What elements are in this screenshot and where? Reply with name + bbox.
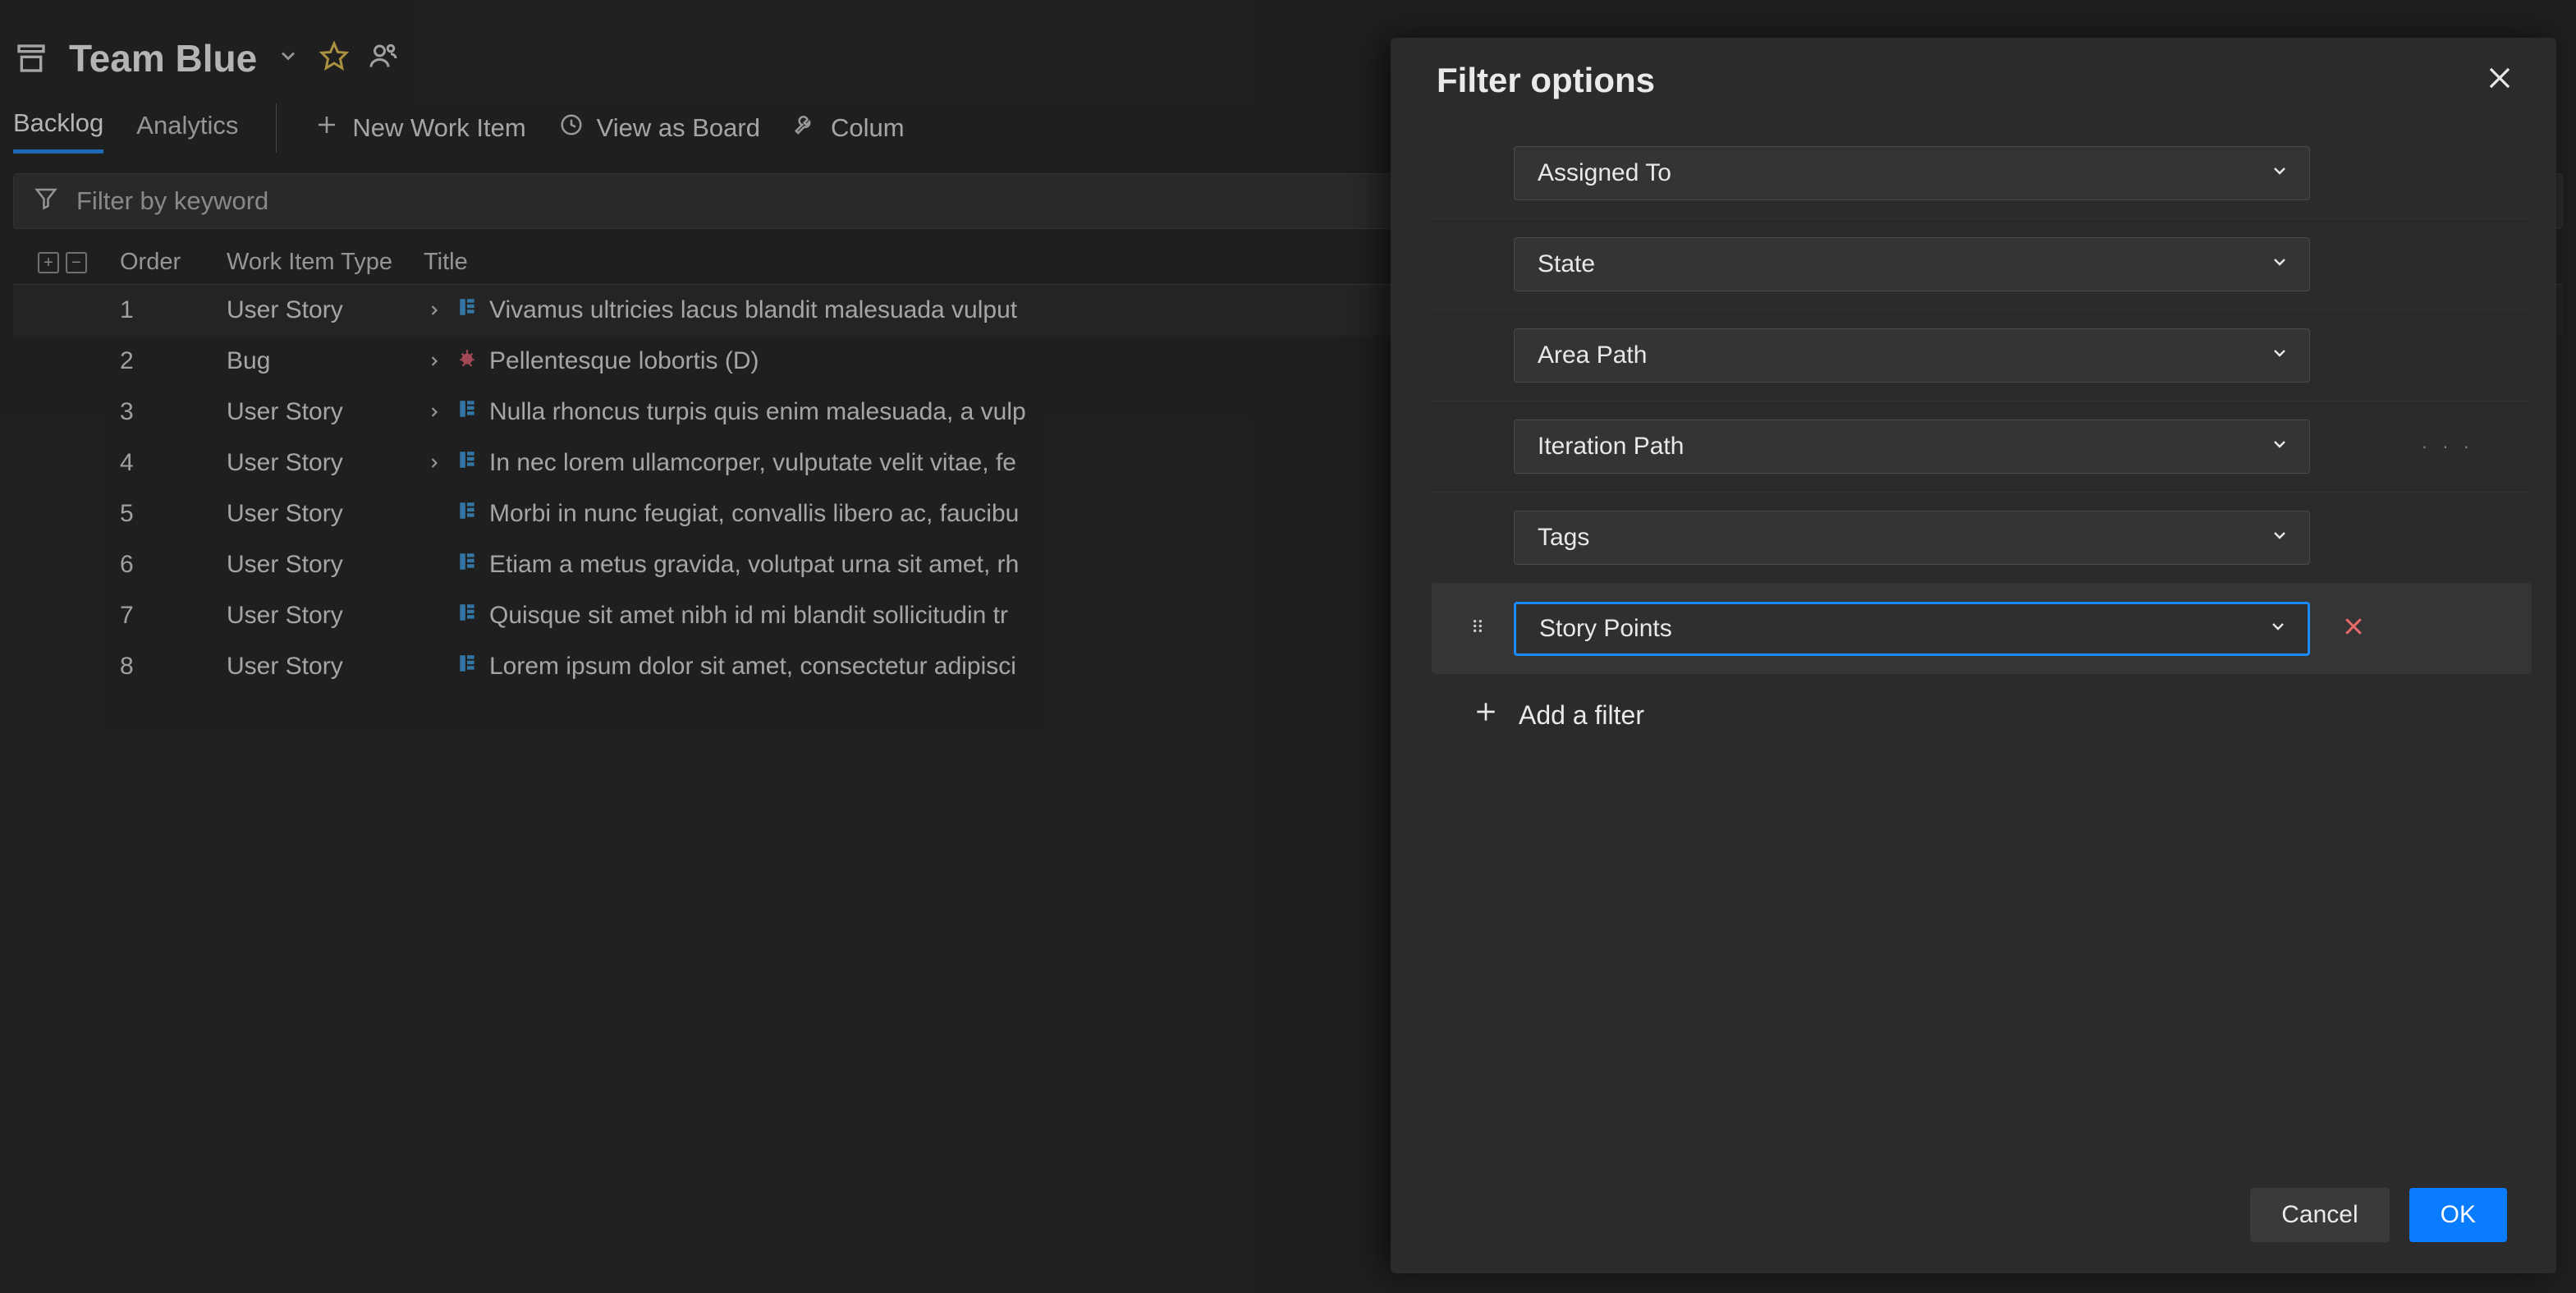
add-filter-button[interactable]: Add a filter	[1432, 674, 2532, 748]
filter-field-label: State	[1538, 250, 1595, 278]
filter-row: Area Path	[1432, 310, 2532, 401]
row-type: User Story	[227, 602, 424, 630]
user-story-icon	[456, 398, 478, 426]
filter-row: Story Points	[1432, 584, 2532, 674]
expand-caret-icon[interactable]	[424, 302, 445, 319]
team-members-icon[interactable]	[369, 41, 398, 76]
filter-field-label: Tags	[1538, 524, 1589, 552]
col-head-order[interactable]: Order	[120, 249, 227, 276]
add-filter-label: Add a filter	[1519, 700, 1644, 731]
bug-icon	[456, 347, 478, 375]
user-story-icon	[456, 449, 478, 477]
expand-caret-icon[interactable]	[424, 353, 445, 369]
expand-caret-icon[interactable]	[424, 404, 445, 420]
row-order: 8	[120, 653, 227, 681]
row-title: Pellentesque lobortis (D)	[489, 347, 759, 375]
collapse-all-button[interactable]: −	[66, 252, 87, 273]
filter-row: Iteration Path · · ·	[1432, 401, 2532, 493]
row-title: Quisque sit amet nibh id mi blandit soll…	[489, 602, 1008, 630]
new-work-item-label: New Work Item	[352, 113, 525, 143]
keyword-filter-input[interactable]: Filter by keyword	[34, 186, 543, 217]
row-type: User Story	[227, 449, 424, 477]
column-options-label: Colum	[831, 113, 905, 143]
col-head-type[interactable]: Work Item Type	[227, 249, 424, 276]
plus-icon	[1473, 699, 1499, 731]
ok-button[interactable]: OK	[2409, 1188, 2507, 1242]
chevron-down-icon	[2270, 250, 2290, 278]
row-title: Nulla rhoncus turpis quis enim malesuada…	[489, 398, 1026, 426]
expand-caret-icon[interactable]	[424, 455, 445, 471]
wrench-icon	[793, 112, 818, 144]
tab-analytics[interactable]: Analytics	[136, 104, 238, 152]
expand-all-button[interactable]: +	[38, 252, 59, 273]
new-work-item-button[interactable]: New Work Item	[314, 112, 525, 144]
row-order: 3	[120, 398, 227, 426]
row-order: 5	[120, 500, 227, 528]
filter-row: State	[1432, 219, 2532, 310]
user-story-icon	[456, 653, 478, 681]
filter-field-select[interactable]: Story Points	[1514, 602, 2310, 656]
cancel-button[interactable]: Cancel	[2250, 1188, 2389, 1242]
chevron-down-icon	[2270, 524, 2290, 552]
filter-field-select[interactable]: Area Path	[1514, 328, 2310, 383]
row-order: 2	[120, 347, 227, 375]
backlog-icon	[13, 42, 49, 75]
close-icon[interactable]	[2484, 62, 2515, 99]
row-order: 4	[120, 449, 227, 477]
panel-footer: Cancel OK	[1391, 1170, 2556, 1273]
view-as-board-button[interactable]: View as Board	[559, 112, 760, 144]
filter-field-select[interactable]: State	[1514, 237, 2310, 291]
more-icon[interactable]: · · ·	[2422, 436, 2474, 457]
filter-field-select[interactable]: Tags	[1514, 511, 2310, 565]
filter-field-label: Iteration Path	[1538, 433, 1684, 461]
drag-handle-icon[interactable]	[1469, 616, 1486, 643]
user-story-icon	[456, 551, 478, 579]
row-order: 1	[120, 296, 227, 324]
row-order: 6	[120, 551, 227, 579]
filter-field-label: Story Points	[1539, 615, 1672, 643]
filter-field-label: Area Path	[1538, 342, 1647, 369]
keyword-filter-placeholder: Filter by keyword	[76, 186, 268, 216]
row-title: Vivamus ultricies lacus blandit malesuad…	[489, 296, 1017, 324]
user-story-icon	[456, 296, 478, 324]
filter-field-select[interactable]: Iteration Path	[1514, 420, 2310, 474]
row-type: User Story	[227, 398, 424, 426]
row-title: Lorem ipsum dolor sit amet, consectetur …	[489, 653, 1016, 681]
board-icon	[559, 112, 584, 144]
filter-options-panel: Filter options Assigned To State Area Path…	[1391, 38, 2556, 1273]
filter-field-select[interactable]: Assigned To	[1514, 146, 2310, 200]
team-chevron-down-icon[interactable]	[277, 44, 300, 73]
favorite-star-icon[interactable]	[319, 41, 349, 76]
remove-filter-icon[interactable]	[2341, 614, 2366, 644]
filter-field-label: Assigned To	[1538, 159, 1671, 187]
row-type: User Story	[227, 500, 424, 528]
tab-backlog[interactable]: Backlog	[13, 102, 103, 154]
row-type: User Story	[227, 296, 424, 324]
row-type: Bug	[227, 347, 424, 375]
row-title: Morbi in nunc feugiat, convallis libero …	[489, 500, 1019, 528]
row-type: User Story	[227, 653, 424, 681]
row-title: Etiam a metus gravida, volutpat urna sit…	[489, 551, 1019, 579]
view-as-board-label: View as Board	[597, 113, 760, 143]
panel-body[interactable]: Assigned To State Area Path Iteration Path ·…	[1391, 128, 2556, 1170]
toolbar-divider	[276, 103, 277, 153]
column-options-button[interactable]: Colum	[793, 112, 905, 144]
row-title: In nec lorem ullamcorper, vulputate veli…	[489, 449, 1016, 477]
filter-row: Tags	[1432, 493, 2532, 584]
user-story-icon	[456, 602, 478, 630]
row-type: User Story	[227, 551, 424, 579]
user-story-icon	[456, 500, 478, 528]
filter-row: Assigned To	[1432, 128, 2532, 219]
panel-header: Filter options	[1391, 38, 2556, 128]
plus-icon	[314, 112, 339, 144]
funnel-icon	[34, 186, 58, 217]
chevron-down-icon	[2270, 159, 2290, 187]
row-order: 7	[120, 602, 227, 630]
team-name[interactable]: Team Blue	[69, 36, 257, 80]
chevron-down-icon	[2268, 615, 2288, 643]
panel-title: Filter options	[1437, 61, 1655, 100]
chevron-down-icon	[2270, 433, 2290, 461]
chevron-down-icon	[2270, 342, 2290, 369]
